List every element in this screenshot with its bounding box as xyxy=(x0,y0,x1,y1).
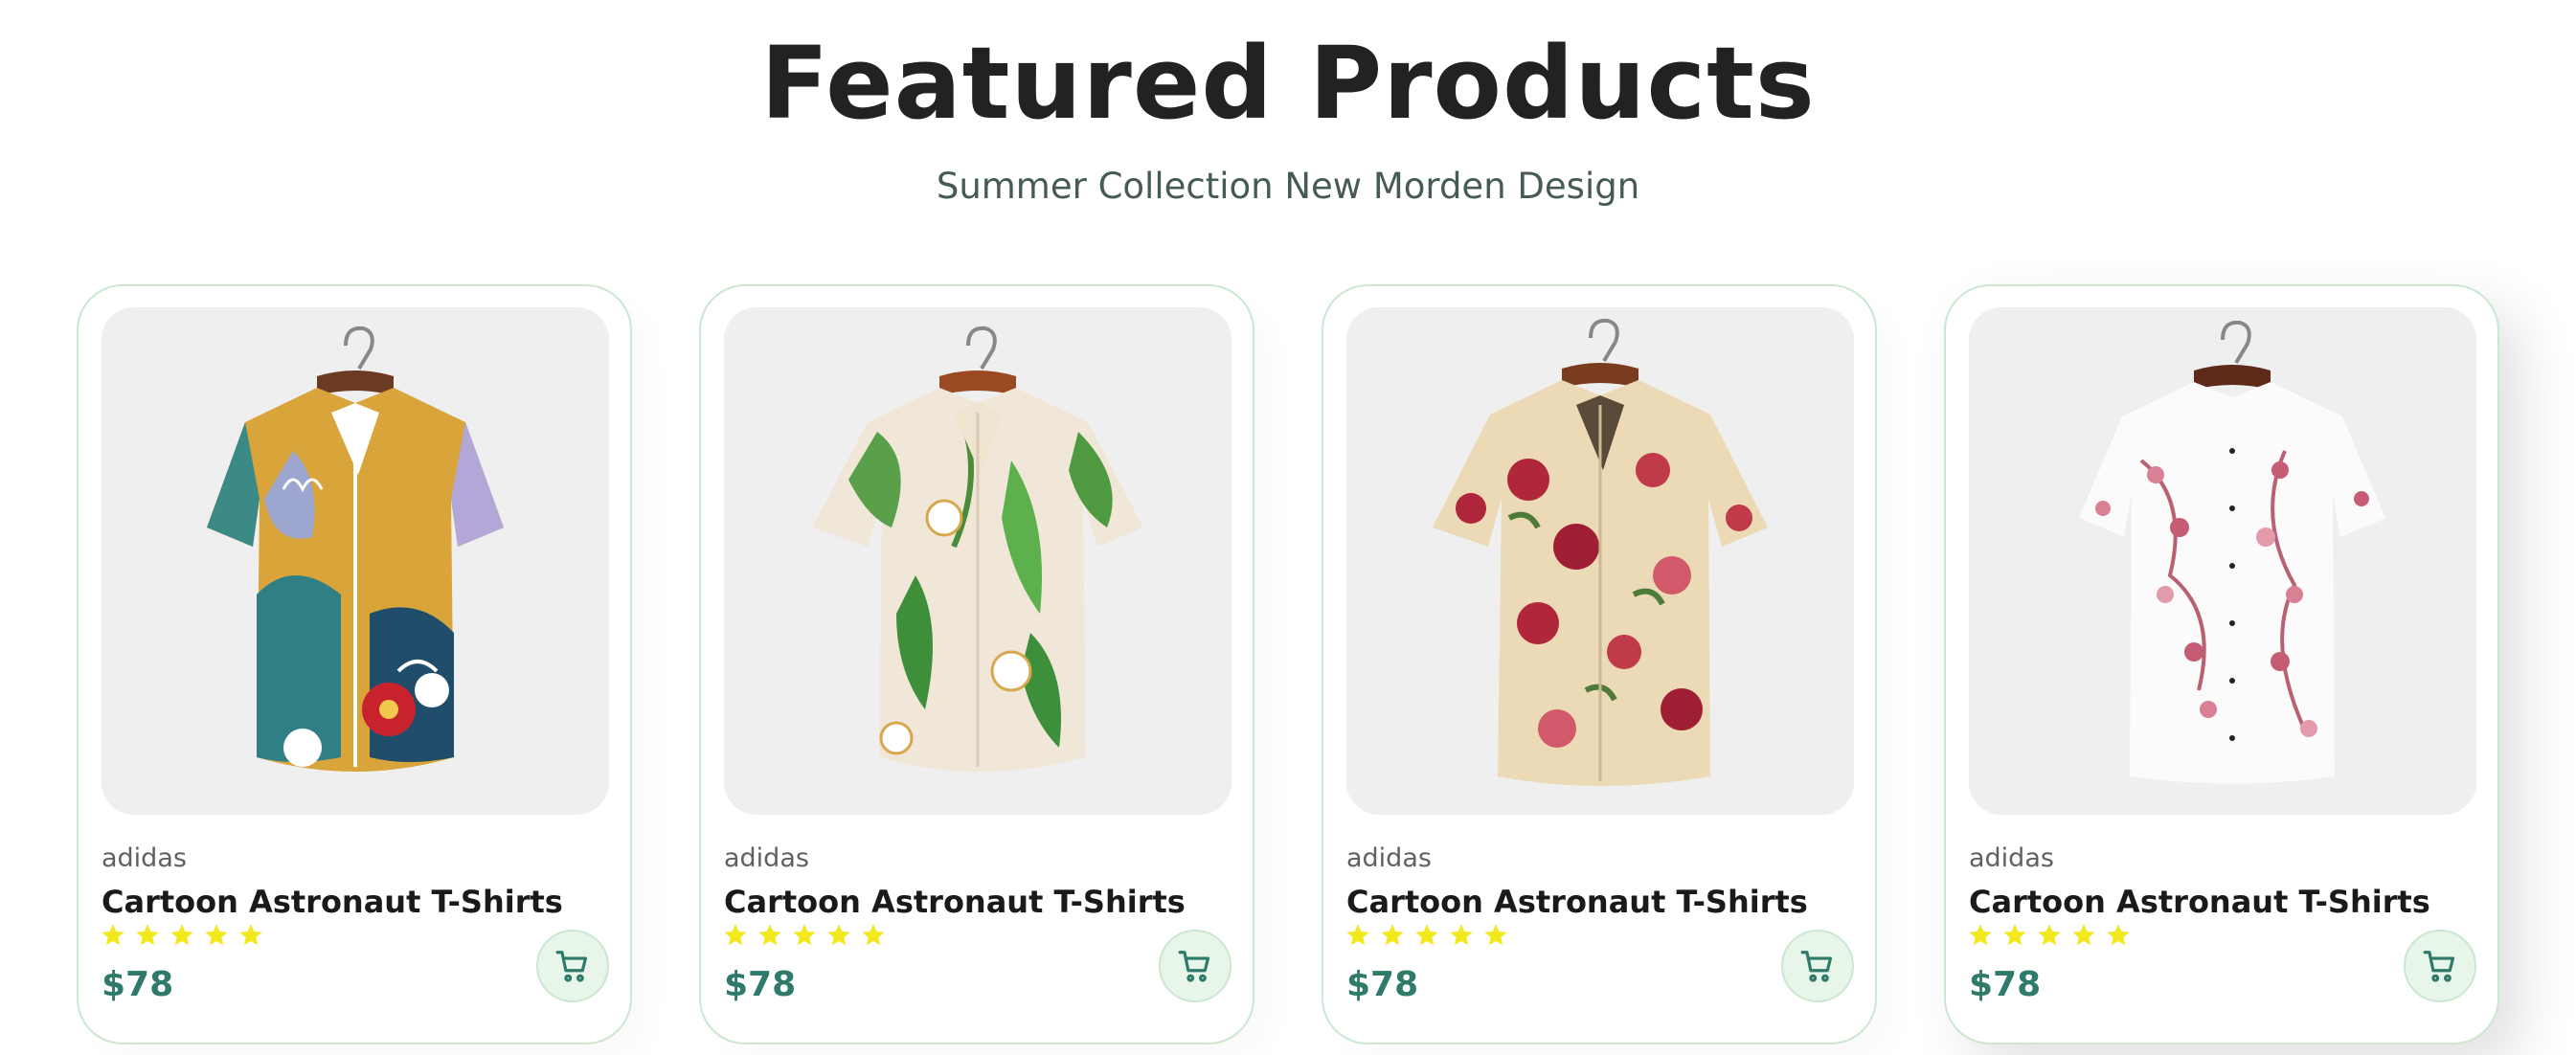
product-brand: adidas xyxy=(1346,843,1432,873)
star-icon xyxy=(2105,922,2132,949)
star-icon xyxy=(237,922,264,949)
star-icon xyxy=(860,922,887,949)
product-card[interactable]: adidas Cartoon Astronaut T-Shirts $78 xyxy=(77,284,632,1044)
section-title: Featured Products xyxy=(760,25,1816,142)
cart-icon xyxy=(1799,948,1836,984)
product-image[interactable] xyxy=(1346,307,1854,815)
section-subtitle: Summer Collection New Morden Design xyxy=(936,166,1640,207)
add-to-cart-button[interactable] xyxy=(536,930,609,1002)
star-icon xyxy=(1344,922,1371,949)
product-price: $78 xyxy=(102,965,174,1004)
star-icon xyxy=(1967,922,1994,949)
product-brand: adidas xyxy=(724,843,809,873)
star-icon xyxy=(100,922,126,949)
star-icon xyxy=(757,922,783,949)
star-icon xyxy=(2036,922,2063,949)
product-name[interactable]: Cartoon Astronaut T-Shirts xyxy=(102,881,563,923)
product-rating xyxy=(1344,922,1509,949)
product-price: $78 xyxy=(1346,965,1419,1004)
product-rating xyxy=(1967,922,2132,949)
star-icon xyxy=(825,922,852,949)
product-card[interactable]: adidas Cartoon Astronaut T-Shirts $78 xyxy=(1322,284,1877,1044)
star-icon xyxy=(2070,922,2097,949)
product-image[interactable] xyxy=(724,307,1232,815)
star-icon xyxy=(1413,922,1440,949)
product-card[interactable]: adidas Cartoon Astronaut T-Shirts $78 xyxy=(1944,284,2499,1044)
star-icon xyxy=(134,922,161,949)
product-price: $78 xyxy=(724,965,797,1004)
shirt-rose-image xyxy=(1346,307,1854,815)
add-to-cart-button[interactable] xyxy=(1159,930,1232,1002)
cart-icon xyxy=(1177,948,1213,984)
product-image[interactable] xyxy=(1969,307,2476,815)
shirt-blossom-image xyxy=(1969,307,2476,815)
star-icon xyxy=(1482,922,1509,949)
cart-icon xyxy=(2422,948,2458,984)
product-price: $78 xyxy=(1969,965,2042,1004)
star-icon xyxy=(1379,922,1406,949)
shirt-leaf-image xyxy=(724,307,1232,815)
cart-icon xyxy=(554,948,591,984)
product-name[interactable]: Cartoon Astronaut T-Shirts xyxy=(1969,881,2430,923)
add-to-cart-button[interactable] xyxy=(2404,930,2476,1002)
shirt-abstract-image xyxy=(102,307,609,815)
product-brand: adidas xyxy=(1969,843,2054,873)
product-name[interactable]: Cartoon Astronaut T-Shirts xyxy=(724,881,1186,923)
product-card[interactable]: adidas Cartoon Astronaut T-Shirts $78 xyxy=(699,284,1254,1044)
product-brand: adidas xyxy=(102,843,187,873)
star-icon xyxy=(2001,922,2028,949)
star-icon xyxy=(1448,922,1475,949)
product-image[interactable] xyxy=(102,307,609,815)
product-rating xyxy=(722,922,887,949)
product-name[interactable]: Cartoon Astronaut T-Shirts xyxy=(1346,881,1808,923)
star-icon xyxy=(722,922,749,949)
star-icon xyxy=(203,922,230,949)
product-grid: adidas Cartoon Astronaut T-Shirts $78 ad… xyxy=(77,284,2499,1046)
product-rating xyxy=(100,922,264,949)
add-to-cart-button[interactable] xyxy=(1781,930,1854,1002)
star-icon xyxy=(169,922,195,949)
star-icon xyxy=(791,922,818,949)
